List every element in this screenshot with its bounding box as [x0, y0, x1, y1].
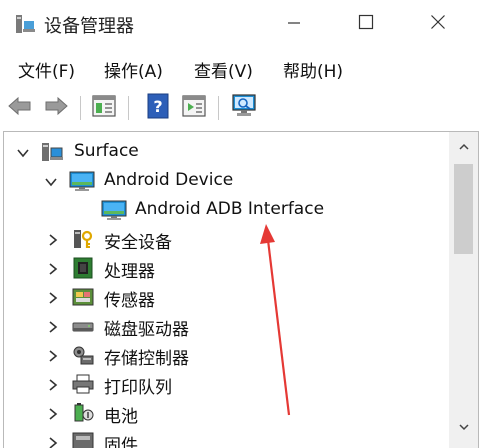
- update-driver-button[interactable]: [180, 94, 208, 122]
- chevron-right-icon[interactable]: [46, 406, 60, 420]
- maximize-icon: [358, 14, 374, 34]
- chevron-right-icon[interactable]: [46, 377, 60, 391]
- minimize-icon: [287, 15, 301, 34]
- menu-help[interactable]: 帮助(H): [281, 57, 345, 82]
- chevron-down-icon[interactable]: [16, 145, 30, 159]
- back-arrow-icon: [7, 95, 33, 121]
- storage-controller-icon: [71, 344, 95, 366]
- tree-node-label: 处理器: [104, 262, 155, 282]
- chevron-right-icon[interactable]: [46, 261, 60, 275]
- disk-drive-icon: [71, 315, 95, 337]
- chevron-right-icon[interactable]: [46, 319, 60, 333]
- monitor-icon: [69, 170, 95, 192]
- tree-node-label: 存储控制器: [104, 349, 189, 369]
- forward-button[interactable]: [42, 94, 70, 122]
- scroll-up-button[interactable]: [449, 132, 478, 160]
- chevron-right-icon[interactable]: [46, 348, 60, 362]
- tree-node-label: 电池: [104, 407, 138, 427]
- tree-node-label: Surface: [74, 141, 139, 161]
- window-title: 设备管理器: [44, 16, 134, 37]
- chevron-up-icon: [458, 137, 470, 156]
- printer-icon: [71, 373, 95, 395]
- tree-node-surface[interactable]: Surface: [4, 138, 446, 167]
- device-manager-window: 设备管理器 文件(F) 操作(A) 查看(V) 帮助(H) ? Surface …: [0, 0, 480, 448]
- tree-node-android-adb-interface[interactable]: Android ADB Interface: [4, 196, 446, 225]
- chip-icon: [71, 257, 95, 279]
- scroll-down-button[interactable]: [449, 412, 478, 440]
- close-button[interactable]: [410, 0, 466, 48]
- toolbar-separator: [128, 96, 129, 120]
- help-button[interactable]: ?: [144, 93, 172, 123]
- tree-node-label: 安全设备: [104, 233, 172, 253]
- tree-node-processors[interactable]: 处理器: [4, 254, 446, 283]
- firmware-icon: [71, 431, 95, 448]
- monitor-icon: [101, 199, 127, 221]
- menu-bar: 文件(F) 操作(A) 查看(V) 帮助(H): [0, 48, 480, 88]
- tree-node-label: 传感器: [104, 291, 155, 311]
- security-key-icon: [71, 228, 95, 250]
- help-icon: ?: [146, 93, 170, 123]
- chevron-down-icon: [458, 417, 470, 436]
- update-driver-icon: [181, 94, 207, 122]
- maximize-button[interactable]: [338, 0, 394, 48]
- toolbar-separator: [80, 96, 81, 120]
- close-icon: [430, 14, 446, 34]
- tree-node-label: Android ADB Interface: [135, 199, 325, 219]
- tree-node-storage-controllers[interactable]: 存储控制器: [4, 341, 446, 370]
- tree-node-security-devices[interactable]: 安全设备: [4, 225, 446, 254]
- toolbar: ?: [0, 88, 480, 128]
- chevron-right-icon[interactable]: [46, 232, 60, 246]
- svg-text:?: ?: [153, 97, 162, 116]
- properties-icon: [91, 94, 117, 122]
- battery-icon: [71, 402, 95, 424]
- tree-node-label: Android Device: [104, 170, 234, 190]
- tree-node-sensors[interactable]: 传感器: [4, 283, 446, 312]
- tree-node-print-queues[interactable]: 打印队列: [4, 370, 446, 399]
- tree-node-label: 固件: [104, 436, 138, 448]
- tree-node-firmware[interactable]: 固件: [4, 428, 446, 448]
- menu-view[interactable]: 查看(V): [192, 57, 255, 82]
- back-button[interactable]: [6, 94, 34, 122]
- scrollbar-thumb[interactable]: [454, 164, 473, 254]
- device-tree[interactable]: Surface Android Device Android ADB Inter…: [3, 131, 479, 448]
- menu-file[interactable]: 文件(F): [16, 57, 77, 82]
- tree-node-label: 磁盘驱动器: [104, 320, 189, 340]
- vertical-scrollbar[interactable]: [449, 132, 478, 448]
- scan-hardware-button[interactable]: [230, 94, 258, 122]
- menu-action[interactable]: 操作(A): [102, 57, 165, 82]
- sensor-icon: [71, 286, 95, 308]
- scan-hardware-icon: [230, 93, 258, 123]
- tree-node-android-device[interactable]: Android Device: [4, 167, 446, 196]
- minimize-button[interactable]: [266, 0, 322, 48]
- tree-node-label: 打印队列: [104, 378, 172, 398]
- chevron-right-icon[interactable]: [46, 435, 60, 448]
- device-manager-icon: [14, 13, 36, 35]
- properties-button[interactable]: [90, 94, 118, 122]
- forward-arrow-icon: [43, 95, 69, 121]
- computer-icon: [40, 141, 64, 163]
- tree-node-disk-drives[interactable]: 磁盘驱动器: [4, 312, 446, 341]
- chevron-right-icon[interactable]: [46, 290, 60, 304]
- chevron-down-icon[interactable]: [44, 174, 58, 188]
- toolbar-separator: [218, 96, 219, 120]
- tree-node-batteries[interactable]: 电池: [4, 399, 446, 428]
- title-bar[interactable]: 设备管理器: [0, 0, 480, 48]
